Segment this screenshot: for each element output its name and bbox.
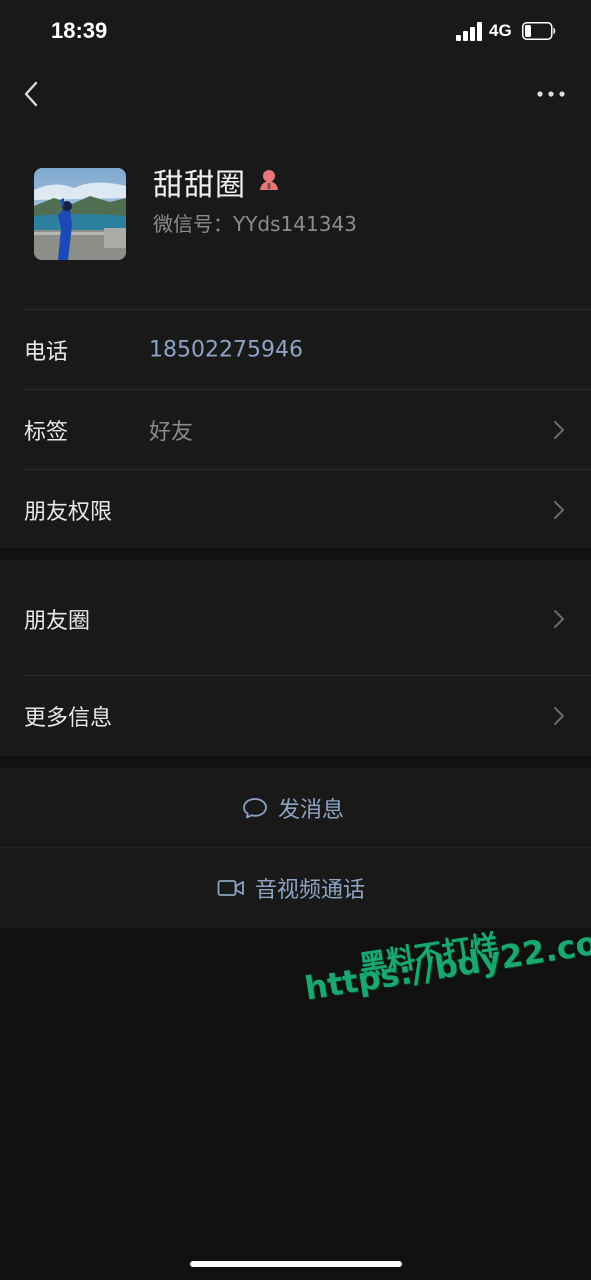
back-button[interactable] bbox=[16, 78, 48, 110]
chat-bubble-icon bbox=[243, 798, 267, 819]
moments-label: 朋友圈 bbox=[24, 609, 91, 634]
phone-number[interactable]: 18502275946 bbox=[149, 338, 303, 363]
section-separator bbox=[0, 548, 591, 560]
chevron-right-icon bbox=[554, 501, 564, 519]
phone-label: 电话 bbox=[24, 340, 69, 365]
tag-row[interactable]: 标签 好友 bbox=[0, 390, 591, 470]
video-camera-icon bbox=[217, 880, 244, 896]
home-indicator[interactable] bbox=[190, 1261, 402, 1267]
phone-row[interactable]: 电话 18502275946 bbox=[0, 310, 591, 390]
permissions-row[interactable]: 朋友权限 bbox=[0, 470, 591, 550]
moments-row[interactable]: 朋友圈 bbox=[0, 572, 591, 666]
female-icon bbox=[260, 170, 278, 190]
permissions-label: 朋友权限 bbox=[24, 500, 113, 525]
tag-label: 标签 bbox=[24, 420, 69, 445]
video-call-label: 音视频通话 bbox=[255, 878, 366, 903]
video-call-content: 音视频通话 bbox=[217, 872, 365, 904]
more-info-row[interactable]: 更多信息 bbox=[0, 676, 591, 756]
chevron-left-icon bbox=[24, 81, 38, 107]
send-message-button[interactable]: 发消息 bbox=[0, 768, 591, 848]
chevron-right-icon bbox=[554, 707, 564, 725]
avatar[interactable] bbox=[34, 168, 126, 260]
more-info-label: 更多信息 bbox=[24, 706, 113, 731]
profile-photo bbox=[34, 168, 126, 260]
tag-value: 好友 bbox=[149, 420, 194, 445]
send-message-content: 发消息 bbox=[242, 792, 344, 824]
send-message-label: 发消息 bbox=[278, 798, 345, 823]
ellipsis-icon bbox=[537, 91, 565, 97]
network-type: 4G bbox=[489, 21, 512, 40]
wechat-id: 微信号：YYds141343 bbox=[153, 212, 357, 236]
more-options-button[interactable] bbox=[534, 84, 568, 104]
chevron-right-icon bbox=[554, 610, 564, 628]
status-time: 18:39 bbox=[51, 18, 108, 43]
battery-icon bbox=[522, 22, 556, 40]
cellular-signal-icon bbox=[456, 22, 484, 41]
section-separator bbox=[0, 756, 591, 768]
video-call-button[interactable]: 音视频通话 bbox=[0, 848, 591, 928]
profile-name: 甜甜圈 bbox=[153, 168, 246, 203]
chevron-right-icon bbox=[554, 421, 564, 439]
